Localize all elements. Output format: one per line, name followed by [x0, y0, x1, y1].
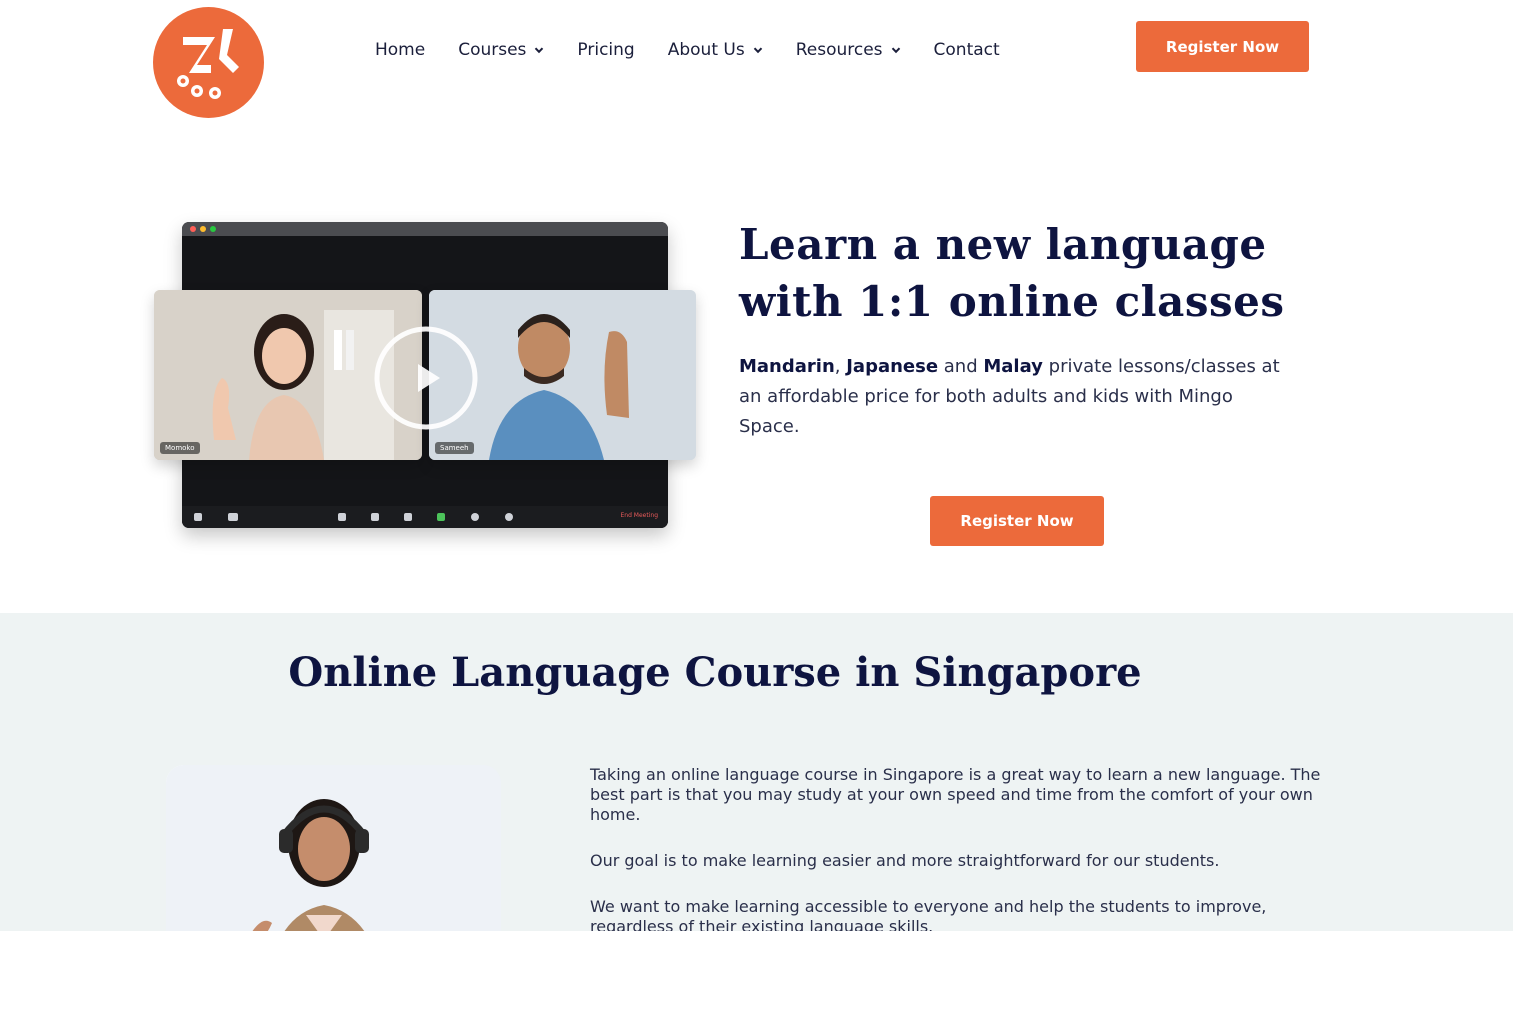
- nav-item-about-us[interactable]: About Us: [668, 40, 763, 60]
- chevron-down-icon: [753, 47, 762, 54]
- online-course-section: Online Language Course in Singapore Taki…: [0, 613, 1513, 931]
- chevron-down-icon: [891, 47, 900, 54]
- student-with-headphones-image: [166, 765, 501, 931]
- chevron-down-icon: [535, 47, 544, 54]
- microphone-icon: [194, 513, 202, 521]
- nav-label: Contact: [933, 40, 1000, 60]
- and-text: and: [938, 356, 984, 377]
- nav-item-home[interactable]: Home: [375, 40, 425, 60]
- language-japanese: Japanese: [846, 356, 939, 377]
- play-icon[interactable]: [374, 326, 478, 430]
- nav-label: Home: [375, 40, 426, 60]
- participant-name-tag: Momoko: [160, 442, 200, 454]
- participant-name-tag: Sameeh: [435, 442, 474, 454]
- nav-label: Courses: [458, 40, 527, 60]
- section-paragraph: Taking an online language course in Sing…: [590, 765, 1321, 824]
- hero-register-now-button[interactable]: Register Now: [930, 496, 1104, 546]
- hero-description: Mandarin, Japanese and Malay private les…: [739, 352, 1299, 442]
- section-paragraph: We want to make learning accessible to e…: [590, 897, 1267, 931]
- nav-item-courses[interactable]: Courses: [458, 40, 544, 60]
- camera-icon: [228, 513, 238, 521]
- separator-text: ,: [834, 356, 847, 377]
- nav-label: Pricing: [577, 40, 635, 60]
- share-screen-icon: [437, 513, 445, 521]
- window-titlebar: [182, 222, 668, 236]
- main-nav: Home Courses Pricing About Us Resources …: [375, 37, 1033, 63]
- maximize-dot-icon: [210, 226, 216, 232]
- reactions-icon: [505, 513, 513, 521]
- section-paragraph: Our goal is to make learning easier and …: [590, 851, 1220, 870]
- record-icon: [471, 513, 479, 521]
- nav-item-resources[interactable]: Resources: [796, 40, 901, 60]
- nav-label: Resources: [795, 40, 883, 60]
- mingo-space-logo-icon[interactable]: [153, 7, 264, 118]
- meeting-toolbar: End Meeting: [182, 506, 668, 528]
- security-icon: [338, 513, 346, 521]
- minimize-dot-icon: [200, 226, 206, 232]
- language-malay: Malay: [983, 356, 1043, 377]
- section-title: Online Language Course in Singapore: [288, 649, 1142, 696]
- language-mandarin: Mandarin: [739, 356, 835, 377]
- participants-icon: [371, 513, 379, 521]
- nav-item-pricing[interactable]: Pricing: [577, 40, 634, 60]
- chat-icon: [404, 513, 412, 521]
- end-meeting-label: End Meeting: [620, 512, 659, 519]
- close-dot-icon: [190, 226, 196, 232]
- hero-title: Learn a new language with 1:1 online cla…: [739, 220, 1285, 326]
- video-call-illustration: End Meeting Momoko Sameeh: [154, 222, 696, 532]
- register-now-button[interactable]: Register Now: [1136, 21, 1309, 72]
- site-header: Home Courses Pricing About Us Resources …: [0, 0, 1513, 120]
- nav-item-contact[interactable]: Contact: [934, 40, 1000, 60]
- nav-label: About Us: [667, 40, 745, 60]
